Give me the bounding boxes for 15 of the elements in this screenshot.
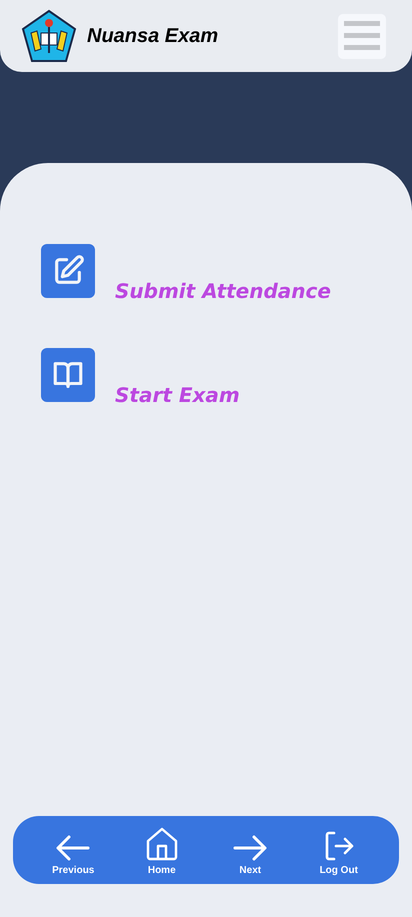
menu-link[interactable]: Start Exam bbox=[115, 380, 240, 410]
app-title: Nuansa Exam bbox=[87, 24, 218, 49]
home-icon bbox=[144, 827, 179, 861]
nav-button[interactable]: Home bbox=[118, 822, 206, 878]
nav-button[interactable]: Log Out bbox=[294, 822, 383, 878]
right-arrow-icon bbox=[233, 835, 268, 861]
menu-tile[interactable] bbox=[41, 244, 95, 298]
school-logo-icon bbox=[21, 9, 77, 63]
nav-button[interactable]: Previous bbox=[29, 822, 118, 878]
nav-button[interactable]: Next bbox=[206, 822, 294, 878]
menu-link[interactable]: Submit Attendance bbox=[115, 276, 331, 306]
left-arrow-icon bbox=[56, 835, 90, 861]
menu-icon bbox=[344, 21, 380, 51]
menu-tile[interactable] bbox=[41, 348, 95, 402]
logout-icon bbox=[324, 831, 354, 861]
